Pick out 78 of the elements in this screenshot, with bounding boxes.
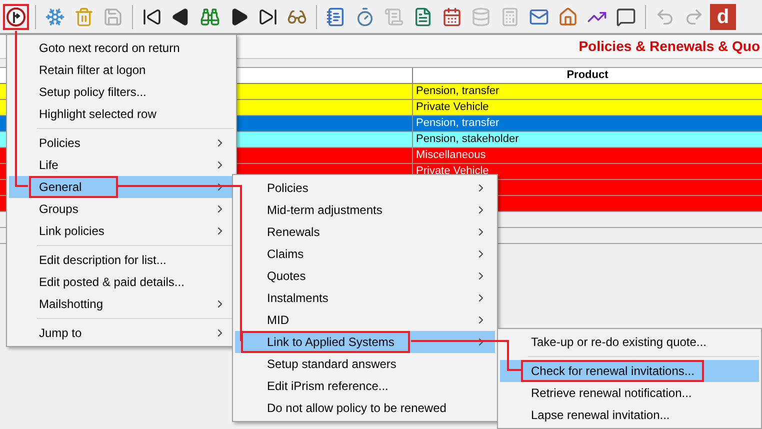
logo-button[interactable]: d — [710, 4, 736, 30]
table-cell-text: Miscellaneous — [415, 148, 486, 163]
menu-item[interactable]: Link to Applied Systems — [235, 331, 495, 353]
menu-item-label: Mailshotting — [38, 296, 104, 313]
menu-item-label: Edit iPrism reference... — [266, 378, 390, 395]
menu-item[interactable]: Mailshotting — [9, 293, 234, 315]
document-icon — [413, 6, 433, 26]
menu-item[interactable]: MID — [235, 309, 495, 331]
menu-item-label: Edit description for list... — [38, 252, 168, 269]
database-icon — [471, 6, 491, 26]
menu-item[interactable]: Renewals — [235, 221, 495, 243]
route-sign-icon — [6, 6, 26, 26]
menu-item-label: Retain filter at logon — [38, 62, 147, 79]
undo-icon — [655, 6, 675, 26]
menu-item[interactable]: Quotes — [235, 265, 495, 287]
menu-item[interactable]: Retain filter at logon — [9, 59, 234, 81]
table-cell-text: Pension, transfer — [415, 84, 500, 99]
menu-item-label: Link to Applied Systems — [241, 331, 410, 353]
menu-item[interactable]: Setup policy filters... — [9, 81, 234, 103]
menu-item-label: Policies — [266, 180, 310, 197]
menu-item-label: MID — [266, 312, 290, 329]
menu-item-label: Setup policy filters... — [38, 84, 148, 101]
table-cell-text: Pension, transfer — [415, 116, 500, 131]
menu-item-label: Jump to — [38, 325, 83, 342]
scroll-icon — [384, 6, 404, 26]
menu-item[interactable]: Edit posted & paid details... — [9, 271, 234, 293]
menu-item-label: Take-up or re-do existing quote... — [530, 334, 708, 351]
binoculars-icon — [200, 6, 220, 26]
skip-back-icon — [142, 6, 162, 26]
house-icon — [558, 6, 578, 26]
table-cell-text: Pension, stakeholder — [415, 132, 519, 147]
snowflake-icon — [45, 6, 65, 26]
menu-item[interactable]: Take-up or re-do existing quote... — [500, 331, 759, 353]
menu-item-label: Do not allow policy to be renewed — [266, 400, 448, 417]
menu-item[interactable]: Link policies — [9, 220, 234, 242]
redo-icon — [684, 6, 704, 26]
menu-item[interactable]: Setup standard answers — [235, 353, 495, 375]
menu-item-label: Link policies — [38, 223, 106, 240]
menu-item[interactable]: Claims — [235, 243, 495, 265]
menu-item-label: Quotes — [266, 268, 307, 285]
menu-item-label: Mid-term adjustments — [266, 202, 384, 219]
menu-item[interactable]: Lapse renewal invitation... — [500, 404, 759, 426]
save-icon — [103, 6, 123, 26]
stopwatch-icon — [355, 6, 375, 26]
menu-item[interactable]: Groups — [9, 198, 234, 220]
menu-item[interactable]: Check for renewal invitations... — [500, 360, 759, 382]
trash-icon — [74, 6, 94, 26]
page-title: Policies & Renewals & Quo — [578, 37, 761, 56]
menu-item[interactable]: Mid-term adjustments — [235, 199, 495, 221]
envelope-icon — [529, 6, 549, 26]
menu-item[interactable]: Jump to — [9, 322, 234, 344]
route-button[interactable] — [3, 4, 29, 30]
menu-item[interactable]: Policies — [235, 177, 495, 199]
menu-item-label: Renewals — [266, 224, 321, 241]
menu-item-label: Check for renewal invitations... — [521, 360, 704, 382]
speech-bubble-icon — [616, 6, 636, 26]
menu-item[interactable]: Goto next record on return — [9, 37, 234, 59]
calendar-icon — [442, 6, 462, 26]
menu-item-label: Retrieve renewal notification... — [530, 385, 693, 402]
menu-item[interactable]: Edit description for list... — [9, 249, 234, 271]
menu-item[interactable]: Do not allow policy to be renewed — [235, 397, 495, 419]
menu-item-label: Lapse renewal invitation... — [530, 407, 671, 424]
menu-item-label: General — [29, 176, 118, 198]
menu-item-label: Instalments — [266, 290, 330, 307]
menu-item[interactable]: General — [9, 176, 234, 198]
skip-forward-icon — [258, 6, 278, 26]
menu-item-label: Claims — [266, 246, 305, 263]
calculator-icon — [500, 6, 520, 26]
notepad-icon — [326, 6, 346, 26]
menu-item-label: Edit posted & paid details... — [38, 274, 186, 291]
menu-item[interactable]: Retrieve renewal notification... — [500, 382, 759, 404]
menu-item[interactable]: Edit iPrism reference... — [235, 375, 495, 397]
menu-item-label: Setup standard answers — [266, 356, 398, 373]
menu-item-label: Groups — [38, 201, 80, 218]
menu-item[interactable]: Instalments — [235, 287, 495, 309]
menu-item-label: Goto next record on return — [38, 40, 181, 57]
table-cell-text: Private Vehicle — [415, 100, 489, 115]
table-cell-text: Private Vehicle — [415, 164, 489, 179]
